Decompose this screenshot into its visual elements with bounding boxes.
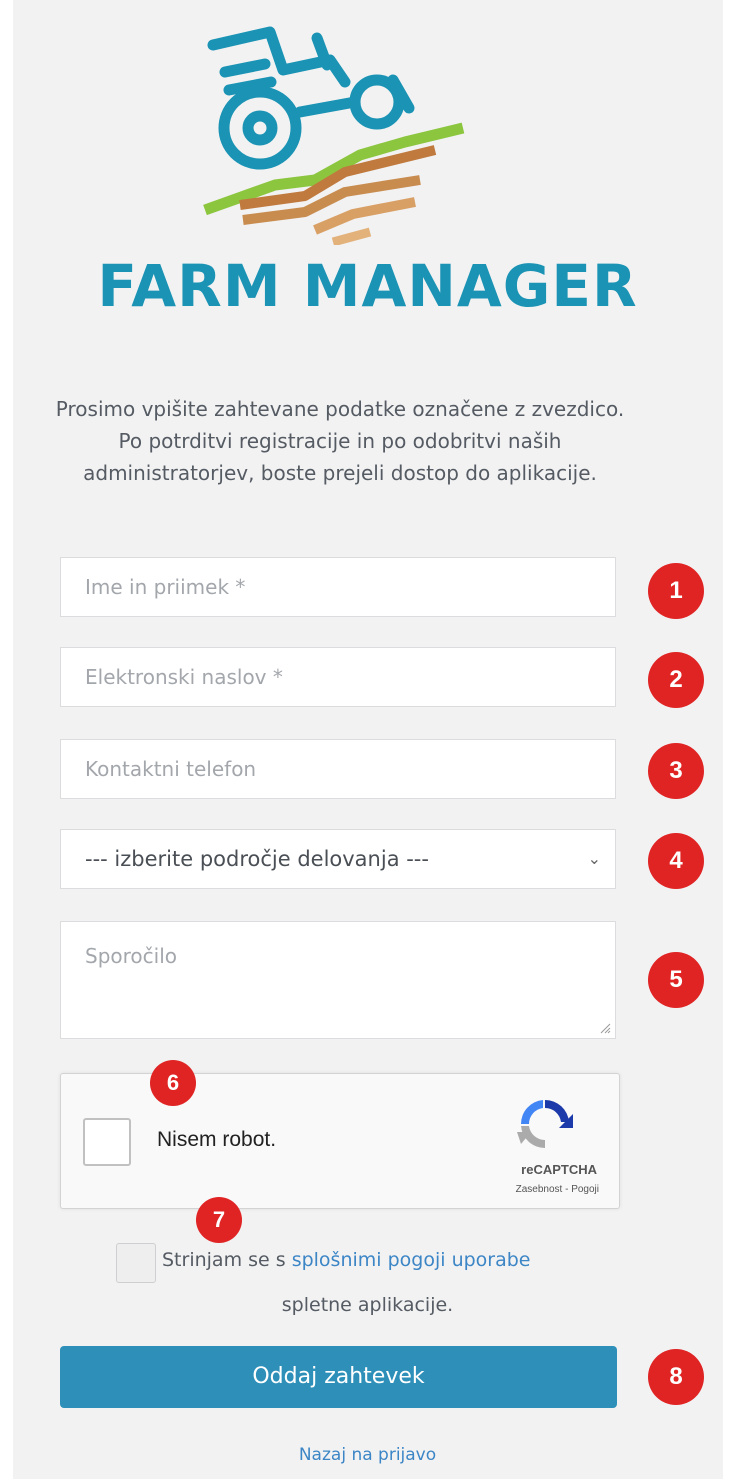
recaptcha-label: Nisem robot. <box>157 1128 277 1151</box>
phone-input[interactable]: Kontaktni telefon <box>60 739 616 799</box>
name-input[interactable]: Ime in priimek * <box>60 557 616 617</box>
badge-7: 7 <box>196 1197 242 1243</box>
email-placeholder: Elektronski naslov * <box>85 665 283 689</box>
activity-select[interactable]: --- izberite področje delovanja --- ⌄ <box>60 829 616 889</box>
message-placeholder: Sporočilo <box>85 944 177 968</box>
email-input[interactable]: Elektronski naslov * <box>60 647 616 707</box>
recaptcha-links[interactable]: Zasebnost - Pogoji <box>516 1184 599 1195</box>
chevron-down-icon: ⌄ <box>587 849 601 868</box>
badge-6: 6 <box>150 1060 196 1106</box>
terms-suffix: spletne aplikacije. <box>281 1294 454 1316</box>
message-textarea[interactable]: Sporočilo <box>60 921 616 1039</box>
name-placeholder: Ime in priimek * <box>85 575 246 599</box>
badge-8: 8 <box>648 1349 704 1405</box>
recaptcha-brand: reCAPTCHA <box>521 1162 597 1177</box>
resize-grip-icon[interactable] <box>599 1022 611 1034</box>
activity-selected: --- izberite področje delovanja --- <box>85 847 429 871</box>
badge-1: 1 <box>648 563 704 619</box>
terms-prefix: Strinjam se s <box>162 1249 292 1271</box>
recaptcha-widget: Nisem robot. reCAPTCHA Zasebnost - Pogoj… <box>60 1073 620 1209</box>
intro-text: Prosimo vpišite zahtevane podatke označe… <box>55 397 625 485</box>
badge-4: 4 <box>648 833 704 889</box>
badge-2: 2 <box>648 652 704 708</box>
tractor-on-field-logo <box>203 26 465 245</box>
back-to-login-link[interactable]: Nazaj na prijavo <box>0 1445 735 1465</box>
badge-5: 5 <box>648 952 704 1008</box>
terms-link[interactable]: splošnimi pogoji uporabe <box>292 1249 531 1271</box>
recaptcha-logo-icon <box>517 1099 573 1149</box>
badge-3: 3 <box>648 743 704 799</box>
terms-checkbox[interactable] <box>116 1243 156 1283</box>
submit-button[interactable]: Oddaj zahtevek <box>60 1346 617 1408</box>
recaptcha-checkbox[interactable] <box>83 1118 131 1166</box>
terms-text: Strinjam se s splošnimi pogoji uporabe <box>162 1249 531 1271</box>
phone-placeholder: Kontaktni telefon <box>85 757 257 781</box>
brand-title: FARM MANAGER <box>97 252 638 320</box>
